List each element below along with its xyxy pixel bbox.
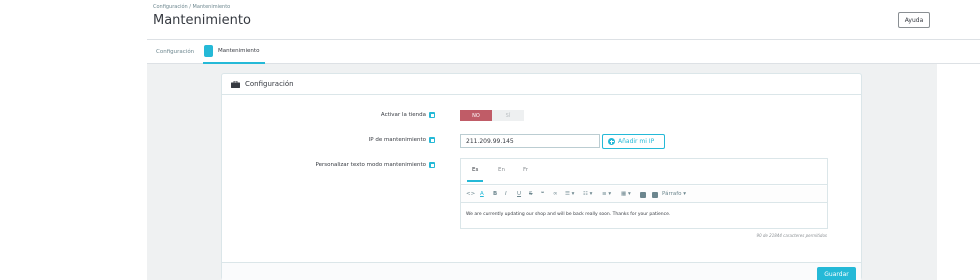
page-tabs: Configuración Mantenimiento	[147, 40, 980, 64]
editor-toolbar: <> A B I U S ❝ ∞ ☰ ▾ ☷ ▾ ≡ ▾ ▦ ▾ Párrafo…	[461, 186, 827, 203]
text-color-button[interactable]: A	[480, 191, 484, 197]
char-counter: 90 de 21844 caracteres permitidos	[756, 233, 827, 238]
align-dropdown[interactable]: ☰ ▾	[565, 191, 574, 197]
tab-mantenimiento[interactable]: Mantenimiento	[203, 40, 266, 64]
page-header: Configuración / Mantenimiento Mantenimie…	[147, 0, 980, 40]
page-title: Mantenimiento	[153, 13, 251, 28]
underline-button[interactable]: U	[517, 191, 521, 197]
page: Configuración / Mantenimiento Mantenimie…	[0, 0, 980, 280]
add-my-ip-button[interactable]: Añadir mi IP	[602, 134, 665, 149]
image-icon[interactable]	[640, 191, 646, 198]
help-icon[interactable]	[429, 112, 435, 118]
bold-button[interactable]: B	[493, 191, 497, 197]
language-tab-es[interactable]: Es	[466, 167, 484, 182]
panel-header: Configuración	[222, 74, 861, 95]
table-dropdown[interactable]: ▦ ▾	[621, 191, 631, 197]
panel-footer: Guardar	[222, 262, 861, 280]
help-button[interactable]: Ayuda	[898, 12, 930, 28]
panel-title: Configuración	[245, 80, 294, 88]
bullet-list-dropdown[interactable]: ☷ ▾	[583, 191, 592, 197]
shop-enabled-switch[interactable]: NO SÍ	[460, 110, 524, 121]
media-icon[interactable]	[652, 191, 658, 198]
strikethrough-button[interactable]: S	[529, 191, 533, 197]
tab-configuracion[interactable]: Configuración	[156, 40, 194, 64]
language-tab-fr[interactable]: Fr	[523, 167, 528, 173]
help-icon[interactable]	[429, 137, 435, 143]
save-button[interactable]: Guardar	[817, 267, 856, 280]
switch-option-yes[interactable]: SÍ	[492, 110, 524, 121]
tab-label: Mantenimiento	[218, 48, 260, 54]
briefcase-icon	[231, 80, 240, 88]
tab-active-marker	[204, 45, 213, 57]
maintenance-ip-label: IP de mantenimiento	[369, 137, 435, 143]
switch-option-no[interactable]: NO	[460, 110, 492, 121]
source-code-button[interactable]: <>	[466, 191, 475, 197]
plus-circle-icon	[608, 138, 615, 145]
paragraph-format-dropdown[interactable]: Párrafo ▾	[662, 191, 686, 197]
breadcrumb: Configuración / Mantenimiento	[153, 4, 231, 10]
button-label: Añadir mi IP	[618, 138, 655, 145]
numbered-list-dropdown[interactable]: ≡ ▾	[602, 191, 611, 197]
rich-text-editor: Es En Fr <> A B I U S ❝ ∞ ☰ ▾ ☷ ▾ ≡ ▾ ▦ …	[460, 158, 828, 229]
label-text: IP de mantenimiento	[368, 137, 426, 143]
language-tabs: Es En Fr	[461, 159, 827, 185]
shop-enabled-label: Activar la tienda	[381, 112, 435, 118]
custom-text-label: Personalizar texto modo mantenimiento	[315, 162, 435, 168]
tab-label: Configuración	[156, 49, 195, 55]
help-icon[interactable]	[429, 162, 435, 168]
label-text: Activar la tienda	[380, 112, 426, 118]
blockquote-button[interactable]: ❝	[541, 191, 544, 197]
maintenance-ip-input[interactable]: 211.209.99.145	[460, 134, 600, 148]
label-text: Personalizar texto modo mantenimiento	[315, 162, 426, 168]
config-panel: Configuración Activar la tienda NO SÍ IP…	[221, 73, 862, 280]
language-tab-en[interactable]: En	[498, 167, 505, 173]
italic-button[interactable]: I	[505, 191, 507, 197]
editor-content[interactable]: We are currently updating our shop and w…	[466, 212, 670, 217]
link-button[interactable]: ∞	[553, 191, 558, 197]
